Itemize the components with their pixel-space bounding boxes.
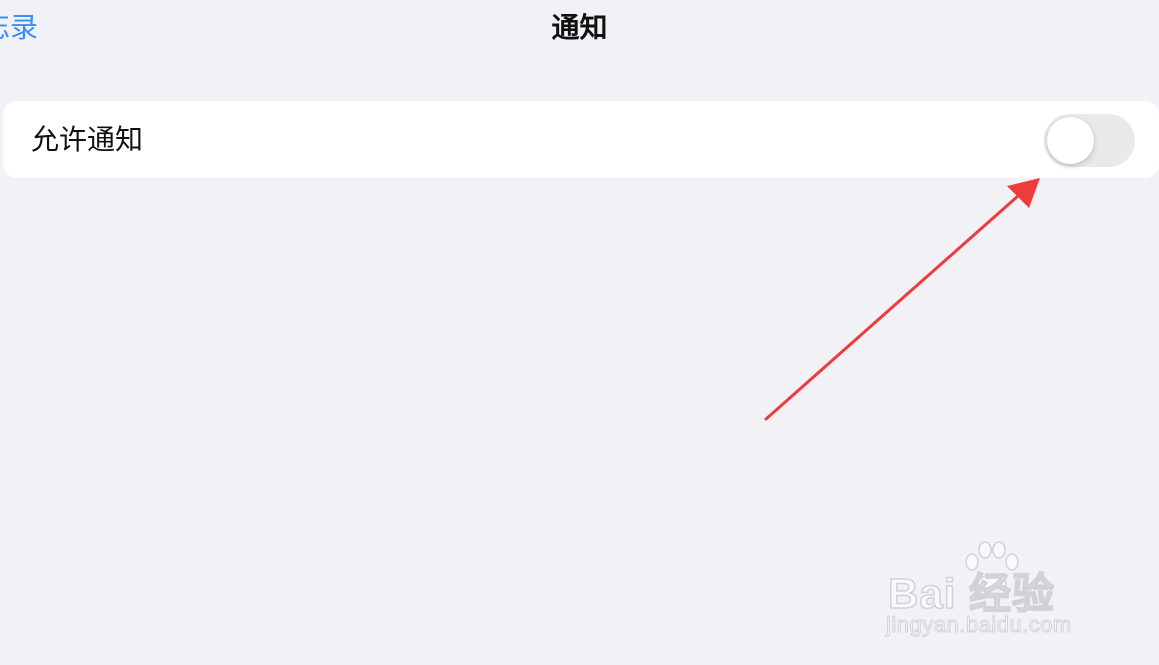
- annotation-arrow-icon: [764, 178, 1040, 421]
- toggle-knob: [1047, 117, 1094, 164]
- paw-logo-icon: [965, 541, 1019, 590]
- watermark-url: jingyan.baidu.com: [886, 612, 1072, 638]
- page-title: 通知: [551, 11, 608, 44]
- allow-notifications-toggle[interactable]: [1044, 114, 1135, 167]
- watermark: Bai 经验 jingyan.baidu.com: [882, 540, 1102, 650]
- allow-notifications-label: 允许通知: [31, 123, 144, 156]
- settings-group-card: 允许通知: [3, 101, 1159, 178]
- watermark-brand: Bai 经验: [887, 569, 1056, 618]
